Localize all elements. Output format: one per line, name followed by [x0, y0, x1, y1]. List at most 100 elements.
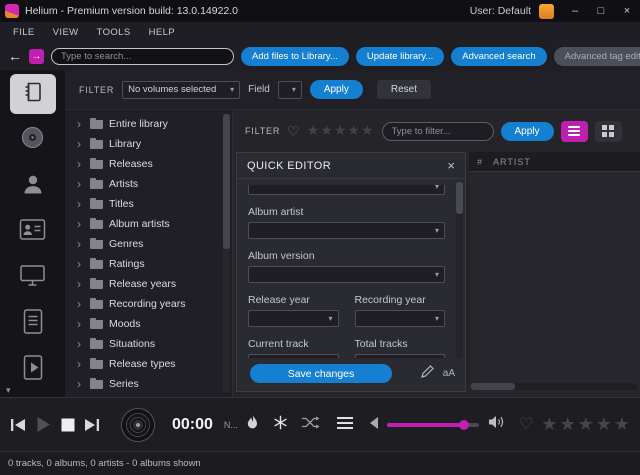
album-artist-dropdown[interactable]: ▾ [248, 222, 445, 239]
volume-reset-button[interactable]: Reset [376, 80, 431, 99]
play-mode-label[interactable]: N... [224, 420, 238, 430]
tree-item[interactable]: › Library [65, 134, 232, 154]
previous-track-button[interactable] [10, 418, 26, 432]
star-rating-filter[interactable]: ★★★★★ [307, 122, 375, 140]
volumes-dropdown-value: No volumes selected [128, 84, 217, 95]
tree-item[interactable]: › Release types [65, 354, 232, 374]
tree-item[interactable]: › Genres [65, 234, 232, 254]
search-input[interactable] [61, 50, 224, 62]
save-changes-button[interactable]: Save changes [250, 364, 392, 383]
list-view-button[interactable] [560, 120, 588, 142]
menu-tools[interactable]: TOOLS [88, 27, 140, 38]
tree-item-label: Moods [109, 318, 141, 330]
artist-h-scrollbar-thumb[interactable] [471, 383, 515, 390]
column-artist[interactable]: ARTIST [493, 157, 531, 167]
tree-item[interactable]: › Release years [65, 274, 232, 294]
artist-h-scrollbar[interactable] [471, 383, 637, 390]
snowflake-icon[interactable] [273, 415, 288, 435]
stop-button[interactable] [61, 418, 75, 432]
menu-help[interactable]: HELP [140, 27, 184, 38]
volume-loud-icon[interactable] [488, 415, 505, 434]
tree-scrollbar-thumb[interactable] [223, 114, 230, 249]
back-arrow-icon[interactable]: ← [8, 48, 22, 64]
close-icon[interactable]: × [447, 159, 455, 172]
minimize-button[interactable]: – [562, 0, 588, 22]
menu-file[interactable]: FILE [4, 27, 44, 38]
update-library-button[interactable]: Update library... [355, 46, 445, 66]
add-files-button[interactable]: Add files to Library... [241, 46, 349, 66]
track-filter-input[interactable] [391, 125, 484, 137]
track-filter-apply-button[interactable]: Apply [500, 121, 554, 141]
tree-item[interactable]: › Artists [65, 174, 232, 194]
volume-slider[interactable] [386, 419, 479, 431]
tree-item-label: Recording years [109, 298, 186, 310]
album-version-dropdown[interactable]: ▾ [248, 266, 445, 283]
player-menu-icon[interactable] [336, 416, 353, 434]
window-title: Helium - Premium version build: 13.0.149… [25, 5, 239, 17]
sidebar-item-playlists[interactable] [10, 304, 56, 344]
chevron-down-icon: ▾ [434, 314, 439, 323]
folder-icon [90, 237, 103, 249]
star-icon[interactable]: ★ [614, 414, 630, 434]
shuffle-icon[interactable] [301, 416, 320, 434]
forward-arrow-icon[interactable]: → [29, 48, 44, 64]
volumes-dropdown[interactable]: No volumes selected ▾ [122, 80, 241, 99]
sidebar-item-discs[interactable] [10, 120, 56, 160]
tree-scrollbar[interactable] [223, 114, 230, 393]
recording-year-dropdown[interactable]: ▾ [354, 310, 445, 327]
chevron-right-icon: › [77, 237, 81, 251]
sidebar-item-contacts[interactable] [10, 212, 56, 252]
advanced-search-button[interactable]: Advanced search [451, 46, 547, 66]
tree-item[interactable]: › Titles [65, 194, 232, 214]
volume-thumb[interactable] [459, 419, 470, 430]
tree-item[interactable]: › Moods [65, 314, 232, 334]
pencil-icon[interactable] [420, 364, 434, 383]
tree-item[interactable]: › Ratings [65, 254, 232, 274]
chevron-right-icon: › [77, 297, 81, 311]
menu-view[interactable]: VIEW [44, 27, 88, 38]
star-icon[interactable]: ★ [307, 122, 320, 138]
next-track-button[interactable] [84, 418, 100, 432]
vinyl-disc-icon[interactable] [121, 407, 155, 442]
tree-item-label: Ratings [109, 258, 145, 270]
star-icon[interactable]: ★ [578, 414, 594, 434]
flame-icon[interactable] [247, 415, 258, 434]
column-number[interactable]: # [477, 157, 483, 167]
recording-year-label: Recording year [354, 294, 426, 306]
quick-editor-scrollbar-thumb[interactable] [456, 182, 463, 214]
star-icon[interactable]: ★ [541, 414, 557, 434]
star-icon[interactable]: ★ [334, 122, 347, 138]
premium-icon[interactable] [539, 3, 554, 19]
quick-editor-scrollbar[interactable] [456, 182, 463, 358]
volume-mute-icon[interactable] [368, 416, 378, 434]
play-button[interactable] [35, 416, 52, 433]
field-dropdown[interactable]: ▾ [277, 80, 302, 99]
folder-icon [90, 377, 103, 389]
sidebar-item-library[interactable] [9, 74, 56, 114]
font-size-toggle[interactable]: aA [443, 368, 455, 379]
release-year-dropdown[interactable]: ▾ [248, 310, 339, 327]
favorite-heart-icon[interactable]: ♡ [519, 416, 533, 433]
tree-item[interactable]: › Album artists [65, 214, 232, 234]
sidebar-item-now-playing[interactable] [10, 350, 56, 390]
track-rating-stars[interactable]: ★ ★ ★ ★ ★ [539, 414, 630, 435]
volume-apply-button[interactable]: Apply [309, 80, 363, 99]
clipped-dropdown[interactable]: ▾ [248, 185, 445, 195]
tree-item[interactable]: › Entire library [65, 114, 232, 134]
star-icon[interactable]: ★ [320, 122, 333, 138]
tree-item[interactable]: › Releases [65, 154, 232, 174]
maximize-button[interactable]: □ [588, 0, 614, 22]
star-icon[interactable]: ★ [347, 122, 360, 138]
close-button[interactable]: × [614, 0, 640, 22]
star-icon[interactable]: ★ [596, 414, 612, 434]
heart-filter-icon[interactable]: ♡ [287, 124, 300, 138]
sidebar-scroll-down-icon[interactable]: ▾ [6, 385, 11, 396]
tree-item[interactable]: › Recording years [65, 294, 232, 314]
tree-item[interactable]: › Series [65, 374, 232, 394]
sidebar-item-artists[interactable] [10, 166, 56, 206]
star-icon[interactable]: ★ [361, 122, 374, 138]
tree-item[interactable]: › Situations [65, 334, 232, 354]
sidebar-item-devices[interactable] [10, 258, 56, 298]
star-icon[interactable]: ★ [559, 414, 575, 434]
grid-view-button[interactable] [594, 120, 622, 142]
